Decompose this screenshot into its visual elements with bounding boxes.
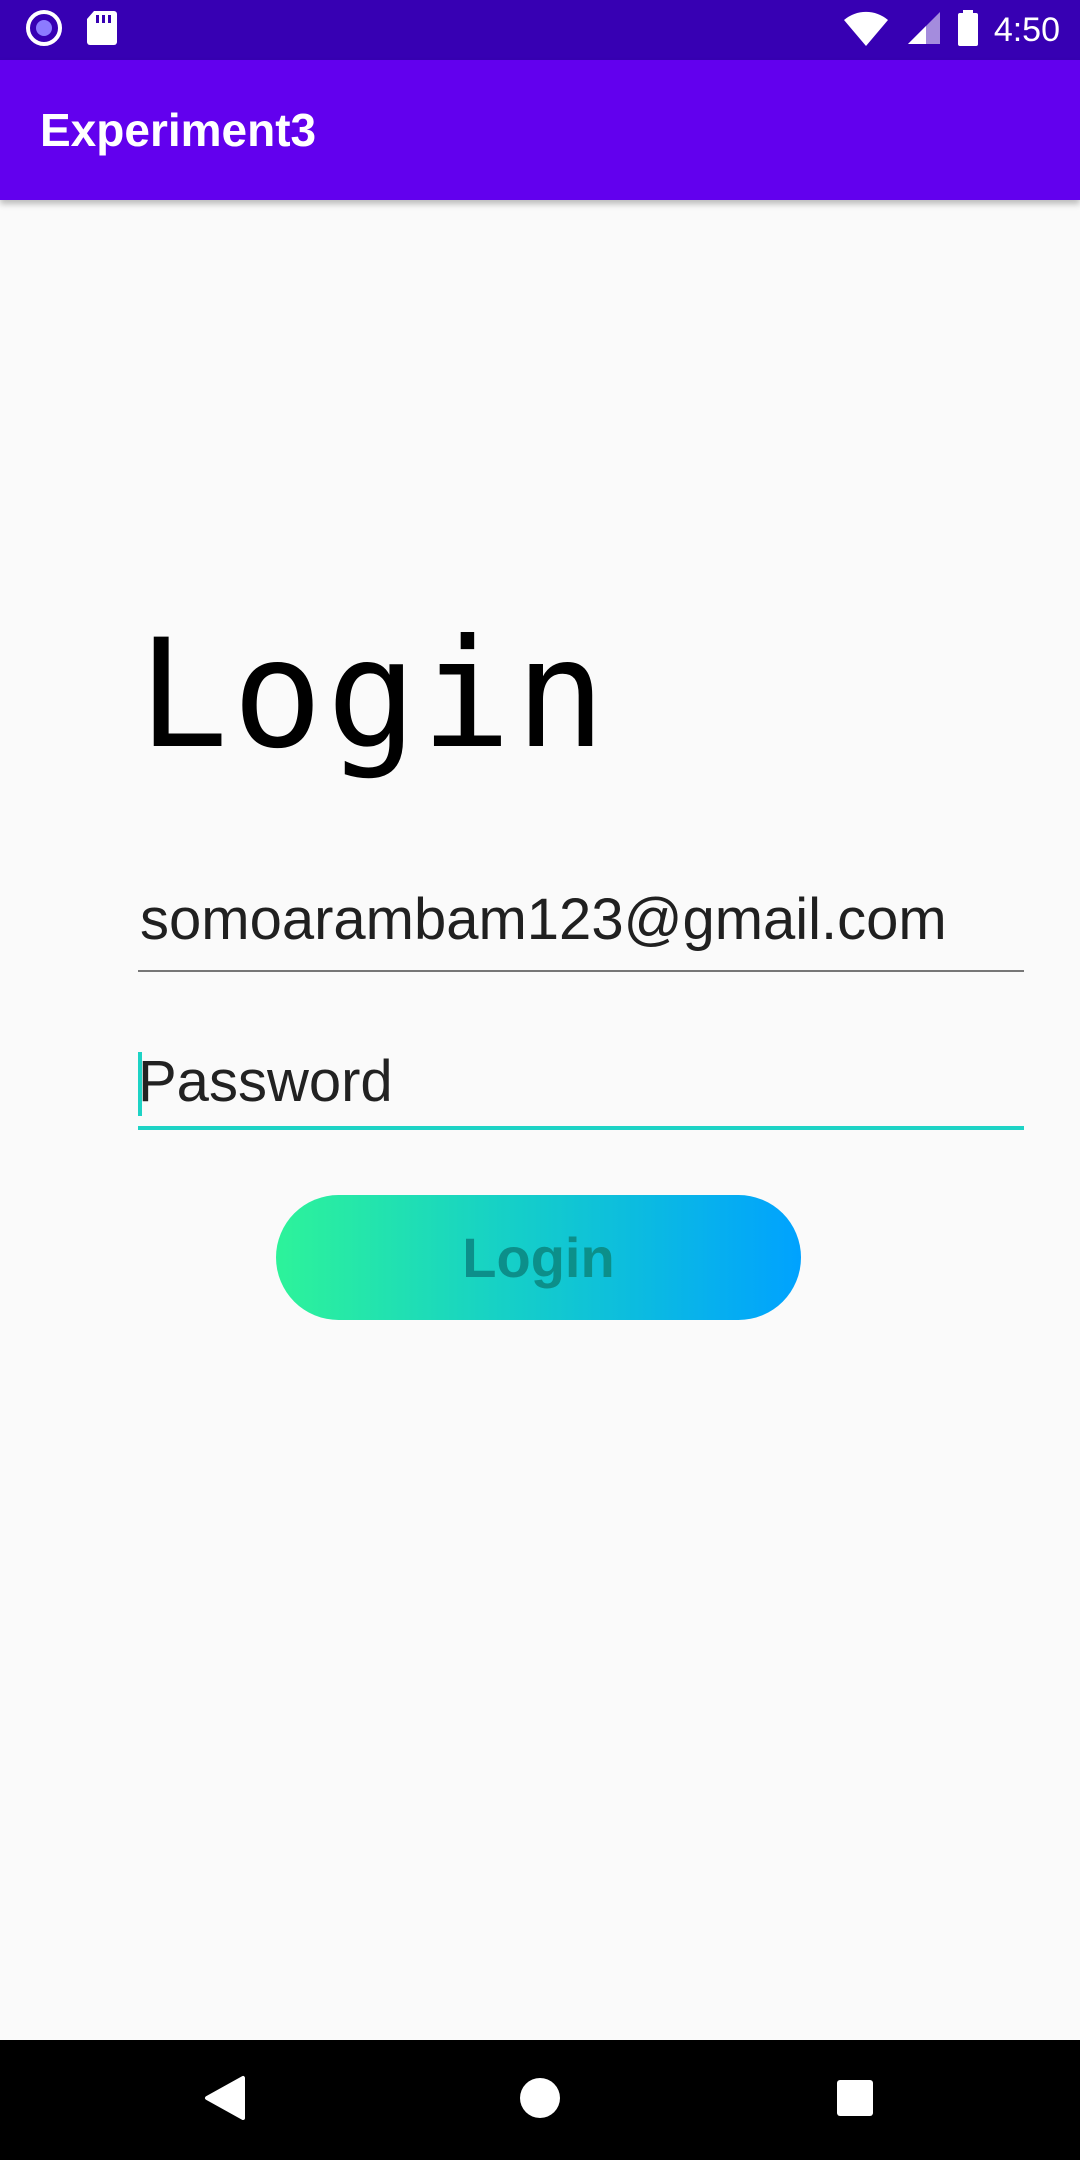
home-button[interactable] (470, 2040, 610, 2160)
recents-icon (835, 2078, 875, 2123)
battery-icon (956, 8, 980, 53)
back-button[interactable] (155, 2040, 295, 2160)
signal-icon (904, 8, 942, 53)
password-field[interactable] (138, 1040, 1024, 1130)
app-title: Experiment3 (40, 104, 317, 156)
back-icon (203, 2075, 247, 2126)
wifi-icon (842, 8, 890, 53)
status-time: 4:50 (993, 10, 1060, 49)
email-value[interactable]: somoarambam123@gmail.com (140, 880, 947, 960)
password-input[interactable] (138, 1040, 1018, 1124)
login-heading: Login (138, 608, 610, 782)
record-icon (24, 8, 64, 53)
status-left-icons (24, 0, 118, 60)
navigation-bar (0, 2040, 1080, 2160)
recents-button[interactable] (785, 2040, 925, 2160)
text-cursor (138, 1052, 142, 1116)
login-button-label: Login (462, 1226, 615, 1289)
app-bar: Experiment3 (0, 60, 1080, 200)
screen: 4:50 Experiment3 Login somoarambam123@gm… (0, 0, 1080, 2160)
status-bar: 4:50 (0, 0, 1080, 60)
home-icon (518, 2076, 562, 2125)
login-button[interactable]: Login (276, 1195, 801, 1320)
email-field[interactable]: somoarambam123@gmail.com (138, 880, 1024, 972)
sd-card-icon (86, 9, 118, 52)
status-right-icons: 4:50 (842, 0, 1060, 60)
